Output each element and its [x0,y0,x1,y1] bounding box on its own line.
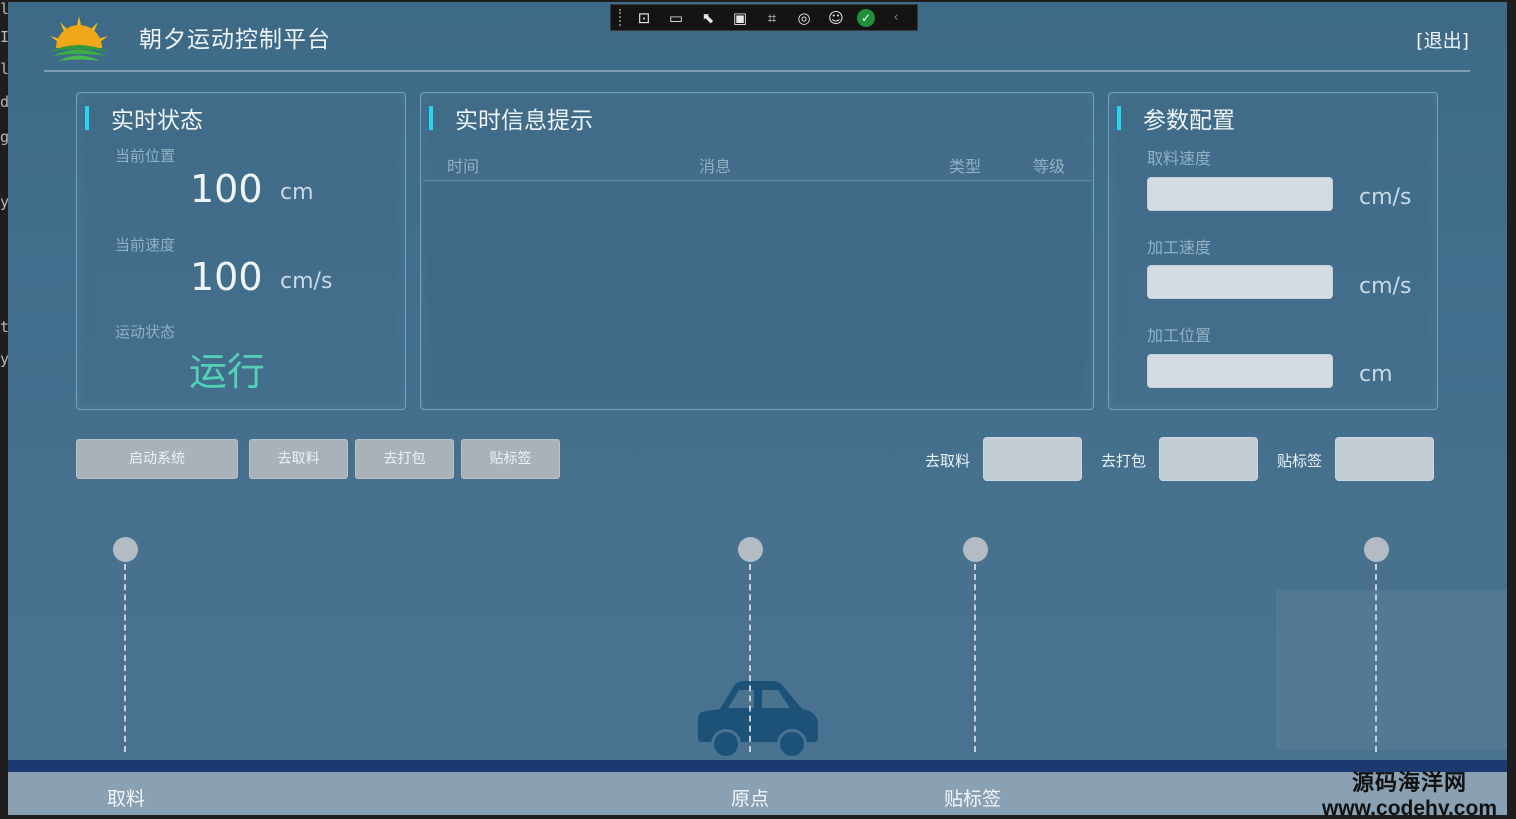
info-panel-title: 实时信息提示 [455,108,593,134]
watermark-line2: www.codehy.com [1321,797,1497,817]
app-title: 朝夕运动控制平台 [139,27,331,53]
go-pack-input-label: 去打包 [1101,452,1147,470]
column-header-time[interactable]: 时间 [447,153,479,177]
accessibility-icon[interactable]: ☺ [825,8,847,28]
process-speed-input[interactable] [1147,265,1333,299]
process-position-label: 加工位置 [1147,326,1212,345]
main-window: 朝夕运动控制平台 [退出] ⊡ ▭ ⬉ ▣ ⌗ ◎ ☺ ✓ ‹ 实时状态 当前位… [8,2,1507,817]
go-pick-button[interactable]: 去取料 [249,439,348,479]
process-position-unit: cm [1359,362,1393,387]
info-panel: 实时信息提示 时间 消息 类型 等级 [420,92,1094,410]
label-input-label: 贴标签 [1277,452,1323,470]
station-label-origin: 原点 [731,788,770,810]
column-header-type[interactable]: 类型 [949,153,981,177]
editor-bottom-edge [0,815,1516,819]
status-panel-title: 实时状态 [111,108,203,134]
speed-value: 100 [190,255,263,299]
accent-bar [429,106,433,130]
station-dot-origin [738,537,763,562]
station-line-pick [124,564,126,752]
info-table-body[interactable] [423,182,1091,408]
position-label: 当前位置 [115,147,176,165]
station-line-origin [749,564,751,752]
rail-track [8,760,1507,772]
state-label: 运动状态 [115,323,176,341]
editor-left-gutter: lIl dgy ty [0,0,8,819]
car-icon [698,681,818,759]
header-divider [44,70,1470,72]
pick-speed-label: 取料速度 [1147,149,1212,168]
go-pack-button[interactable]: 去打包 [355,439,454,479]
pointer-select-icon[interactable]: ⬉ [697,8,719,28]
column-header-message[interactable]: 消息 [699,153,731,177]
speed-unit: cm/s [280,269,333,294]
toolbar-grip-icon[interactable] [619,9,623,26]
column-header-level[interactable]: 等级 [1033,153,1065,177]
station-dot-end [1364,537,1389,562]
status-panel: 实时状态 当前位置 100 cm 当前速度 100 cm/s 运动状态 运行 [76,92,406,410]
debug-toolbar: ⊡ ▭ ⬉ ▣ ⌗ ◎ ☺ ✓ ‹ [610,4,918,31]
params-panel: 参数配置 取料速度 cm/s 加工速度 cm/s 加工位置 cm [1108,92,1438,410]
station-dot-pick [113,537,138,562]
editor-right-edge [1507,0,1516,819]
ok-check-icon[interactable]: ✓ [857,8,875,27]
logout-button[interactable]: [退出] [1416,26,1469,53]
process-position-input[interactable] [1147,354,1333,388]
layout-adorner-icon[interactable]: ▣ [729,8,751,28]
collapse-chevron-icon[interactable]: ‹ [885,8,907,28]
go-pick-input-label: 去取料 [925,452,971,470]
display-layout-icon[interactable]: ⌗ [761,8,783,28]
go-pick-input[interactable] [983,437,1082,481]
speed-label: 当前速度 [115,236,176,254]
params-panel-header: 参数配置 [1117,105,1235,134]
position-value: 100 [190,167,263,211]
hot-reload-icon[interactable]: ◎ [793,8,815,28]
info-panel-header: 实时信息提示 [429,105,593,134]
position-unit: cm [280,180,314,205]
process-speed-unit: cm/s [1359,274,1412,299]
ghost-overlay [1276,590,1507,750]
select-element-icon[interactable]: ⊡ [633,8,655,28]
watermark-line1: 源码海洋网 [1351,771,1467,796]
station-label-pick: 取料 [107,788,146,810]
station-line-end [1375,564,1377,752]
pick-speed-input[interactable] [1147,177,1333,211]
label-button[interactable]: 贴标签 [461,439,560,479]
watermark: 源码海洋网 www.codehy.com [1322,765,1497,817]
process-speed-label: 加工速度 [1147,238,1212,257]
go-pack-input[interactable] [1159,437,1258,481]
station-label-label: 贴标签 [944,788,1002,810]
pick-speed-unit: cm/s [1359,185,1412,210]
start-system-button[interactable]: 启动系统 [76,439,238,479]
station-line-label [974,564,976,752]
state-value: 运行 [189,350,266,394]
info-table-header: 时间 消息 类型 等级 [423,145,1091,181]
params-panel-title: 参数配置 [1143,108,1235,134]
status-panel-header: 实时状态 [85,105,203,134]
video-icon[interactable]: ▭ [665,8,687,28]
accent-bar [85,106,89,130]
sunrise-logo-icon [49,16,109,61]
station-dot-label [963,537,988,562]
accent-bar [1117,106,1121,130]
label-input[interactable] [1335,437,1434,481]
